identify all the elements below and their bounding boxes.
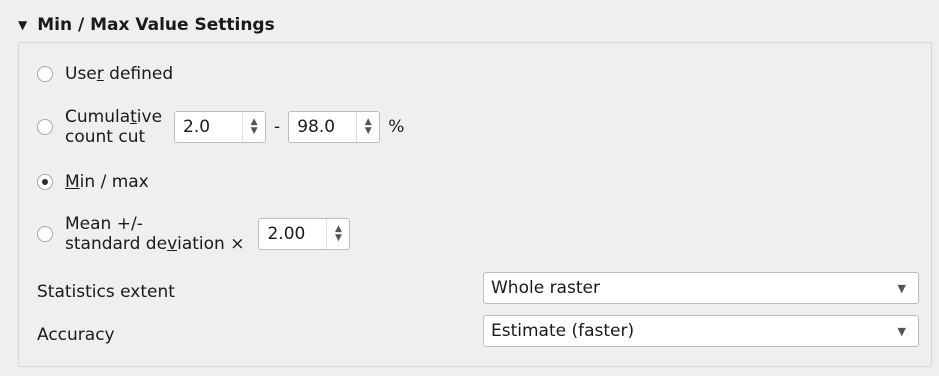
- min-max-radio[interactable]: [37, 174, 53, 190]
- statistics-extent-value: Whole raster: [491, 278, 600, 298]
- cumulative-min-spinbox[interactable]: 2.0 ▲ ▼: [174, 111, 267, 143]
- collapse-triangle-icon[interactable]: ▼: [18, 18, 27, 32]
- range-separator: -: [274, 117, 281, 137]
- cumulative-min-value[interactable]: 2.0: [175, 112, 242, 142]
- min-max-label: Min / max: [65, 172, 149, 192]
- mean-std-dev-option[interactable]: Mean +/- standard deviation × 2.00 ▲ ▼: [37, 211, 351, 257]
- min-max-settings-group: User defined Cumulative count cut 2.0 ▲ ▼…: [18, 42, 932, 367]
- user-defined-label: User defined: [65, 64, 174, 84]
- cumulative-count-cut-label: Cumulative count cut: [65, 107, 163, 147]
- statistics-extent-combobox[interactable]: Whole raster ▼: [483, 272, 919, 304]
- accuracy-label: Accuracy: [37, 325, 115, 345]
- cumulative-count-cut-option[interactable]: Cumulative count cut 2.0 ▲ ▼ - 98.0 ▲ ▼ %: [37, 104, 404, 150]
- min-max-option[interactable]: Min / max: [37, 170, 149, 194]
- accuracy-value: Estimate (faster): [491, 321, 635, 341]
- chevron-down-icon[interactable]: ▼: [898, 282, 906, 295]
- up-down-arrows-icon[interactable]: ▲ ▼: [356, 112, 379, 142]
- group-header[interactable]: ▼ Min / Max Value Settings: [18, 10, 275, 40]
- statistics-extent-label: Statistics extent: [37, 282, 175, 302]
- cumulative-max-spinbox[interactable]: 98.0 ▲ ▼: [288, 111, 381, 143]
- std-dev-value[interactable]: 2.00: [259, 219, 326, 249]
- user-defined-option[interactable]: User defined: [37, 62, 173, 86]
- mean-std-dev-label: Mean +/- standard deviation ×: [65, 214, 245, 254]
- user-defined-radio[interactable]: [37, 66, 53, 82]
- accuracy-row: Accuracy: [37, 319, 115, 351]
- chevron-down-icon[interactable]: ▼: [898, 325, 906, 338]
- up-down-arrows-icon[interactable]: ▲ ▼: [242, 112, 265, 142]
- mean-std-dev-radio[interactable]: [37, 226, 53, 242]
- percent-unit: %: [388, 117, 405, 137]
- std-dev-spinbox[interactable]: 2.00 ▲ ▼: [258, 218, 351, 250]
- accuracy-combobox[interactable]: Estimate (faster) ▼: [483, 315, 919, 347]
- cumulative-count-cut-radio[interactable]: [37, 119, 53, 135]
- cumulative-max-value[interactable]: 98.0: [289, 112, 356, 142]
- statistics-extent-row: Statistics extent: [37, 276, 175, 308]
- up-down-arrows-icon[interactable]: ▲ ▼: [326, 219, 349, 249]
- group-title: Min / Max Value Settings: [37, 15, 275, 35]
